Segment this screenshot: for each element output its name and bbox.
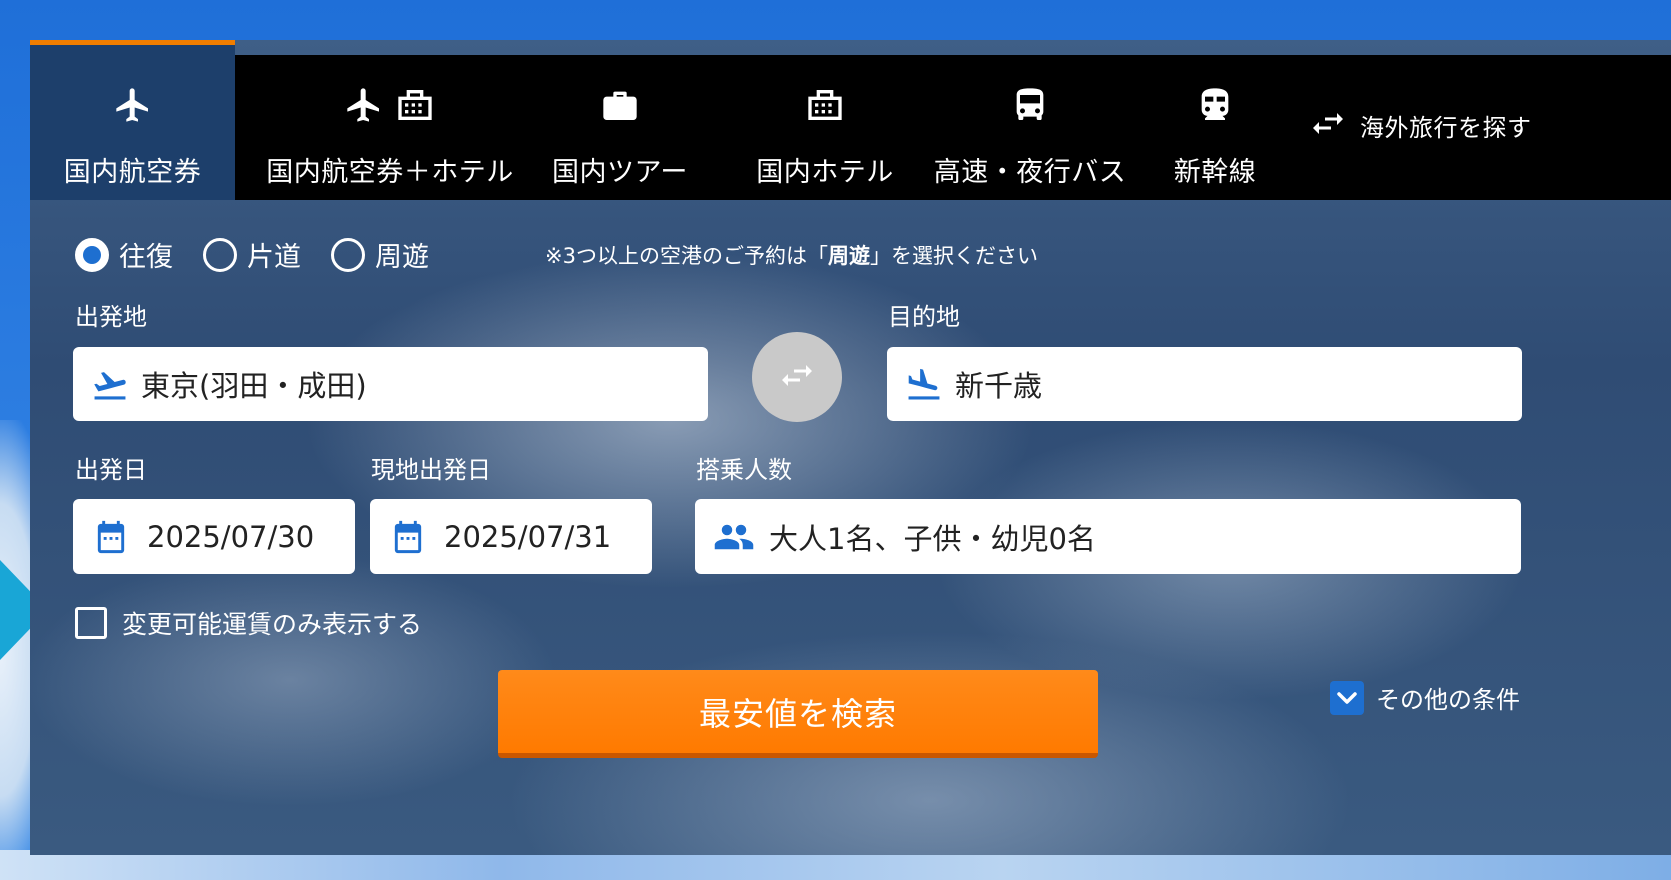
flight-arrival-icon — [908, 368, 940, 400]
destination-value: 新千歳 — [955, 369, 1043, 403]
bus-icon — [1016, 88, 1044, 120]
departure-value: 東京(羽田・成田) — [141, 369, 367, 403]
destination-input[interactable]: 新千歳 — [887, 347, 1522, 421]
radio-round-trip[interactable]: 往復 — [75, 235, 173, 274]
tab-label: 国内航空券 — [63, 157, 202, 188]
tab-label: 国内ツアー — [552, 157, 688, 188]
other-conditions-toggle[interactable]: その他の条件 — [1330, 680, 1520, 715]
return-date-input[interactable]: 2025/07/31 — [370, 499, 652, 574]
tab-label: 海外旅行を探す — [1360, 113, 1532, 142]
tab-domestic-hotel[interactable]: 国内ホテル — [735, 55, 915, 200]
radio-button[interactable] — [75, 237, 109, 272]
swap-locations-button[interactable] — [752, 332, 842, 422]
radio-button[interactable] — [203, 237, 237, 272]
radio-label: 往復 — [119, 242, 173, 273]
tab-overseas-travel[interactable]: 海外旅行を探す — [1310, 55, 1570, 195]
search-lowest-fare-button[interactable]: 最安値を検索 — [498, 670, 1098, 758]
return-date-value: 2025/07/31 — [444, 519, 612, 554]
changeable-fare-checkbox[interactable] — [75, 607, 107, 639]
tab-shinkansen[interactable]: 新幹線 — [1130, 55, 1300, 200]
radio-label: 片道 — [247, 242, 301, 273]
radio-multi-city[interactable]: 周遊 — [331, 235, 429, 274]
airplane-icon — [347, 88, 379, 122]
multi-city-note: ※3つ以上の空港のご予約は「周遊」を選択ください — [545, 240, 1038, 270]
passengers-input[interactable]: 大人1名、子供・幼児0名 — [695, 499, 1521, 574]
chevron-down-icon — [1330, 680, 1364, 715]
tab-label: 新幹線 — [1173, 157, 1257, 188]
tab-domestic-flights[interactable]: 国内航空券 — [30, 40, 235, 200]
tab-domestic-tour[interactable]: 国内ツアー — [530, 55, 710, 200]
return-date-label: 現地出発日 — [371, 456, 491, 484]
airplane-icon — [115, 88, 148, 122]
tab-highway-bus[interactable]: 高速・夜行バス — [930, 55, 1130, 200]
note-bold: 周遊 — [827, 244, 870, 268]
passengers-value: 大人1名、子供・幼児0名 — [769, 521, 1096, 556]
calendar-icon — [97, 520, 125, 553]
swap-icon — [782, 365, 812, 386]
note-suffix: 」を選択ください — [869, 244, 1038, 268]
train-icon — [1201, 88, 1229, 120]
passengers-label: 搭乗人数 — [696, 456, 792, 484]
note-prefix: ※3つ以上の空港のご予約は「 — [545, 244, 828, 268]
tab-flight-hotel[interactable]: 国内航空券＋ホテル — [265, 55, 515, 200]
depart-date-label: 出発日 — [75, 456, 147, 484]
changeable-fare-label: 変更可能運賃のみ表示する — [122, 610, 423, 639]
changeable-fare-checkbox-row[interactable]: 変更可能運賃のみ表示する — [75, 605, 422, 641]
people-icon — [714, 524, 754, 549]
depart-date-value: 2025/07/30 — [147, 519, 315, 554]
swap-icon — [1313, 113, 1343, 134]
tab-label: 高速・夜行バス — [933, 157, 1127, 188]
tab-label: 国内ホテル — [756, 157, 894, 188]
search-widget: 国内航空券 国内航空券＋ホテル 国内ツアー 国内ホテル 高速・夜行バス 新幹線 … — [30, 40, 1671, 855]
other-conditions-label: その他の条件 — [1376, 686, 1520, 714]
flight-departure-icon — [94, 372, 126, 400]
trip-type-radio-group: 往復 片道 周遊 — [75, 235, 459, 274]
radio-button[interactable] — [331, 237, 365, 272]
radio-label: 周遊 — [375, 242, 429, 273]
radio-one-way[interactable]: 片道 — [203, 235, 301, 274]
departure-input[interactable]: 東京(羽田・成田) — [73, 347, 708, 421]
tab-label: 国内航空券＋ホテル — [266, 157, 514, 188]
category-tab-bar: 国内航空券 国内航空券＋ホテル 国内ツアー 国内ホテル 高速・夜行バス 新幹線 … — [30, 40, 1671, 200]
depart-date-input[interactable]: 2025/07/30 — [73, 499, 355, 574]
calendar-icon — [394, 520, 422, 553]
suitcase-icon — [603, 91, 637, 120]
hotel-icon — [398, 90, 432, 120]
departure-label: 出発地 — [75, 303, 147, 331]
hotel-icon — [808, 90, 842, 120]
destination-label: 目的地 — [888, 303, 960, 331]
